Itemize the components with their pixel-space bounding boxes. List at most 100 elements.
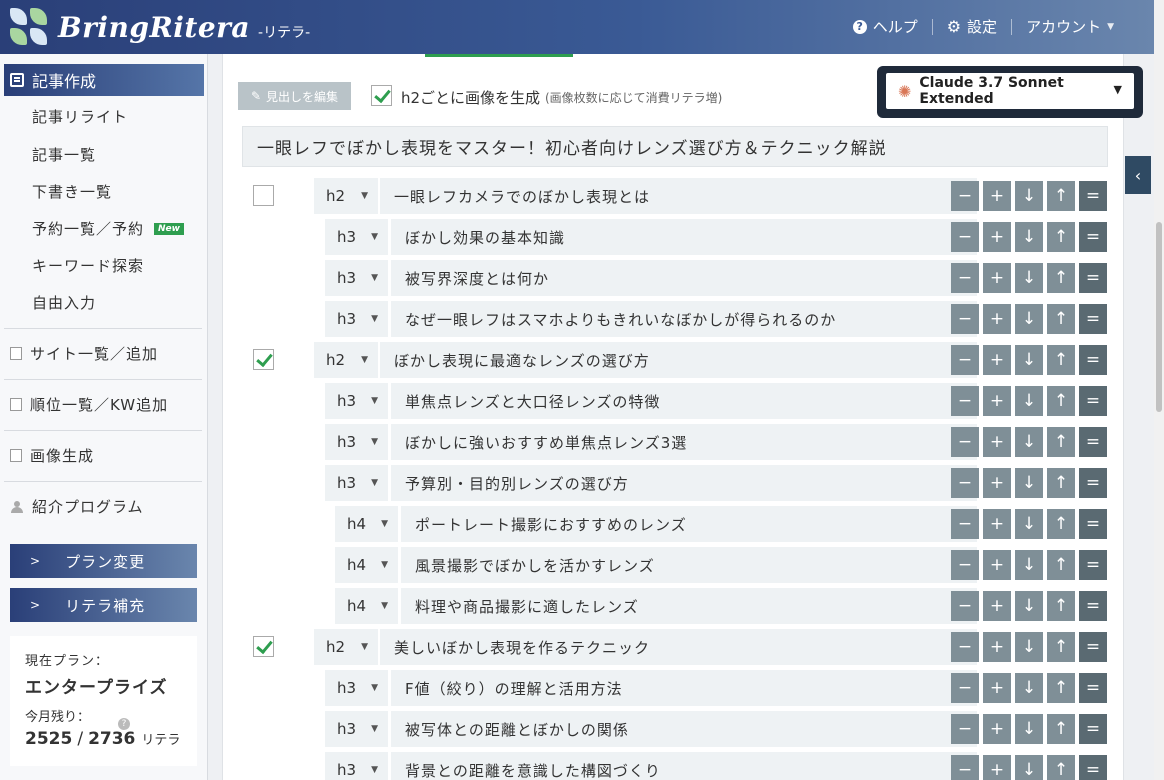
sidebar-item-sites[interactable]: サイト一覧／追加: [10, 343, 158, 364]
heading-level-select[interactable]: h4 ▼: [335, 506, 398, 542]
heading-checkbox[interactable]: [253, 636, 274, 657]
question-icon[interactable]: ?: [118, 718, 130, 730]
sidebar-item-referral[interactable]: 紹介プログラム: [10, 496, 144, 517]
sidebar-item-schedule[interactable]: 予約一覧／予約 New: [32, 218, 184, 239]
move-up-button[interactable]: ↑: [1047, 427, 1075, 457]
move-up-button[interactable]: ↑: [1047, 345, 1075, 375]
plus-button[interactable]: +: [983, 427, 1011, 457]
heading-level-select[interactable]: h2 ▼: [314, 178, 378, 214]
minus-button[interactable]: −: [951, 755, 979, 780]
heading-level-select[interactable]: h2 ▼: [314, 629, 378, 665]
minus-button[interactable]: −: [951, 222, 979, 252]
reorder-button[interactable]: =: [1079, 468, 1107, 498]
minus-button[interactable]: −: [951, 509, 979, 539]
scrollbar-thumb[interactable]: [1156, 222, 1162, 412]
move-down-button[interactable]: ↓: [1015, 304, 1043, 334]
move-up-button[interactable]: ↑: [1047, 386, 1075, 416]
heading-text[interactable]: 被写体との距離とぼかしの関係: [391, 711, 977, 747]
reorder-button[interactable]: =: [1079, 550, 1107, 580]
heading-level-select[interactable]: h3 ▼: [325, 260, 388, 296]
heading-level-select[interactable]: h3 ▼: [325, 711, 388, 747]
article-title[interactable]: 一眼レフでぼかし表現をマスター！初心者向けレンズ選び方＆テクニック解説: [242, 126, 1108, 167]
move-down-button[interactable]: ↓: [1015, 345, 1043, 375]
plus-button[interactable]: +: [983, 304, 1011, 334]
move-up-button[interactable]: ↑: [1047, 632, 1075, 662]
settings-link[interactable]: ⚙ 設定: [933, 16, 1011, 37]
move-up-button[interactable]: ↑: [1047, 304, 1075, 334]
move-down-button[interactable]: ↓: [1015, 427, 1043, 457]
heading-text[interactable]: 予算別・目的別レンズの選び方: [391, 465, 977, 501]
move-up-button[interactable]: ↑: [1047, 509, 1075, 539]
sidebar-item-keyword[interactable]: キーワード探索: [32, 255, 144, 276]
move-down-button[interactable]: ↓: [1015, 673, 1043, 703]
sidebar-item-drafts[interactable]: 下書き一覧: [32, 181, 112, 202]
sidebar-item-free-input[interactable]: 自由入力: [32, 292, 96, 313]
reorder-button[interactable]: =: [1079, 714, 1107, 744]
heading-text[interactable]: ぼかし効果の基本知識: [391, 219, 977, 255]
heading-level-select[interactable]: h3 ▼: [325, 752, 388, 780]
reorder-button[interactable]: =: [1079, 591, 1107, 621]
sidebar-item-ranking[interactable]: 順位一覧／KW追加: [10, 394, 168, 415]
plus-button[interactable]: +: [983, 181, 1011, 211]
reorder-button[interactable]: =: [1079, 509, 1107, 539]
minus-button[interactable]: −: [951, 304, 979, 334]
move-down-button[interactable]: ↓: [1015, 386, 1043, 416]
plus-button[interactable]: +: [983, 755, 1011, 780]
sidebar-item-article-list[interactable]: 記事一覧: [32, 144, 96, 165]
plus-button[interactable]: +: [983, 468, 1011, 498]
heading-text[interactable]: ぼかしに強いおすすめ単焦点レンズ3選: [391, 424, 977, 460]
heading-text[interactable]: ぼかし表現に最適なレンズの選び方: [380, 342, 977, 378]
heading-level-select[interactable]: h3 ▼: [325, 670, 388, 706]
move-up-button[interactable]: ↑: [1047, 550, 1075, 580]
move-down-button[interactable]: ↓: [1015, 222, 1043, 252]
heading-text[interactable]: F値（絞り）の理解と活用方法: [391, 670, 977, 706]
move-down-button[interactable]: ↓: [1015, 468, 1043, 498]
move-down-button[interactable]: ↓: [1015, 714, 1043, 744]
plus-button[interactable]: +: [983, 591, 1011, 621]
move-down-button[interactable]: ↓: [1015, 181, 1043, 211]
move-down-button[interactable]: ↓: [1015, 632, 1043, 662]
heading-level-select[interactable]: h3 ▼: [325, 424, 388, 460]
heading-text[interactable]: 一眼レフカメラでのぼかし表現とは: [380, 178, 977, 214]
reorder-button[interactable]: =: [1079, 345, 1107, 375]
move-down-button[interactable]: ↓: [1015, 509, 1043, 539]
plus-button[interactable]: +: [983, 222, 1011, 252]
account-menu[interactable]: アカウント ▼: [1012, 16, 1128, 37]
minus-button[interactable]: −: [951, 714, 979, 744]
move-up-button[interactable]: ↑: [1047, 755, 1075, 780]
minus-button[interactable]: −: [951, 345, 979, 375]
minus-button[interactable]: −: [951, 550, 979, 580]
plus-button[interactable]: +: [983, 632, 1011, 662]
heading-text[interactable]: ポートレート撮影におすすめのレンズ: [401, 506, 977, 542]
minus-button[interactable]: −: [951, 673, 979, 703]
minus-button[interactable]: −: [951, 591, 979, 621]
edit-headings-button[interactable]: ✎ 見出しを編集: [238, 82, 351, 110]
plus-button[interactable]: +: [983, 714, 1011, 744]
plan-change-button[interactable]: > プラン変更: [10, 544, 197, 578]
credit-topup-button[interactable]: > リテラ補充: [10, 588, 197, 622]
heading-level-select[interactable]: h2 ▼: [314, 342, 378, 378]
sidebar-item-rewrite[interactable]: 記事リライト: [32, 106, 128, 127]
sidebar-item-image-gen[interactable]: 画像生成: [10, 445, 94, 466]
plus-button[interactable]: +: [983, 509, 1011, 539]
minus-button[interactable]: −: [951, 263, 979, 293]
sidebar-item-article-create[interactable]: 記事作成: [4, 64, 204, 96]
plus-button[interactable]: +: [983, 550, 1011, 580]
move-down-button[interactable]: ↓: [1015, 591, 1043, 621]
move-up-button[interactable]: ↑: [1047, 181, 1075, 211]
heading-level-select[interactable]: h4 ▼: [335, 547, 398, 583]
heading-text[interactable]: 単焦点レンズと大口径レンズの特徴: [391, 383, 977, 419]
heading-level-select[interactable]: h3 ▼: [325, 465, 388, 501]
heading-level-select[interactable]: h3 ▼: [325, 383, 388, 419]
heading-text[interactable]: 背景との距離を意識した構図づくり: [391, 752, 977, 780]
help-link[interactable]: ? ヘルプ: [839, 16, 932, 37]
heading-level-select[interactable]: h3 ▼: [325, 301, 388, 337]
reorder-button[interactable]: =: [1079, 304, 1107, 334]
plus-button[interactable]: +: [983, 345, 1011, 375]
move-up-button[interactable]: ↑: [1047, 468, 1075, 498]
move-up-button[interactable]: ↑: [1047, 673, 1075, 703]
minus-button[interactable]: −: [951, 386, 979, 416]
minus-button[interactable]: −: [951, 427, 979, 457]
heading-text[interactable]: 美しいぼかし表現を作るテクニック: [380, 629, 977, 665]
reorder-button[interactable]: =: [1079, 755, 1107, 780]
